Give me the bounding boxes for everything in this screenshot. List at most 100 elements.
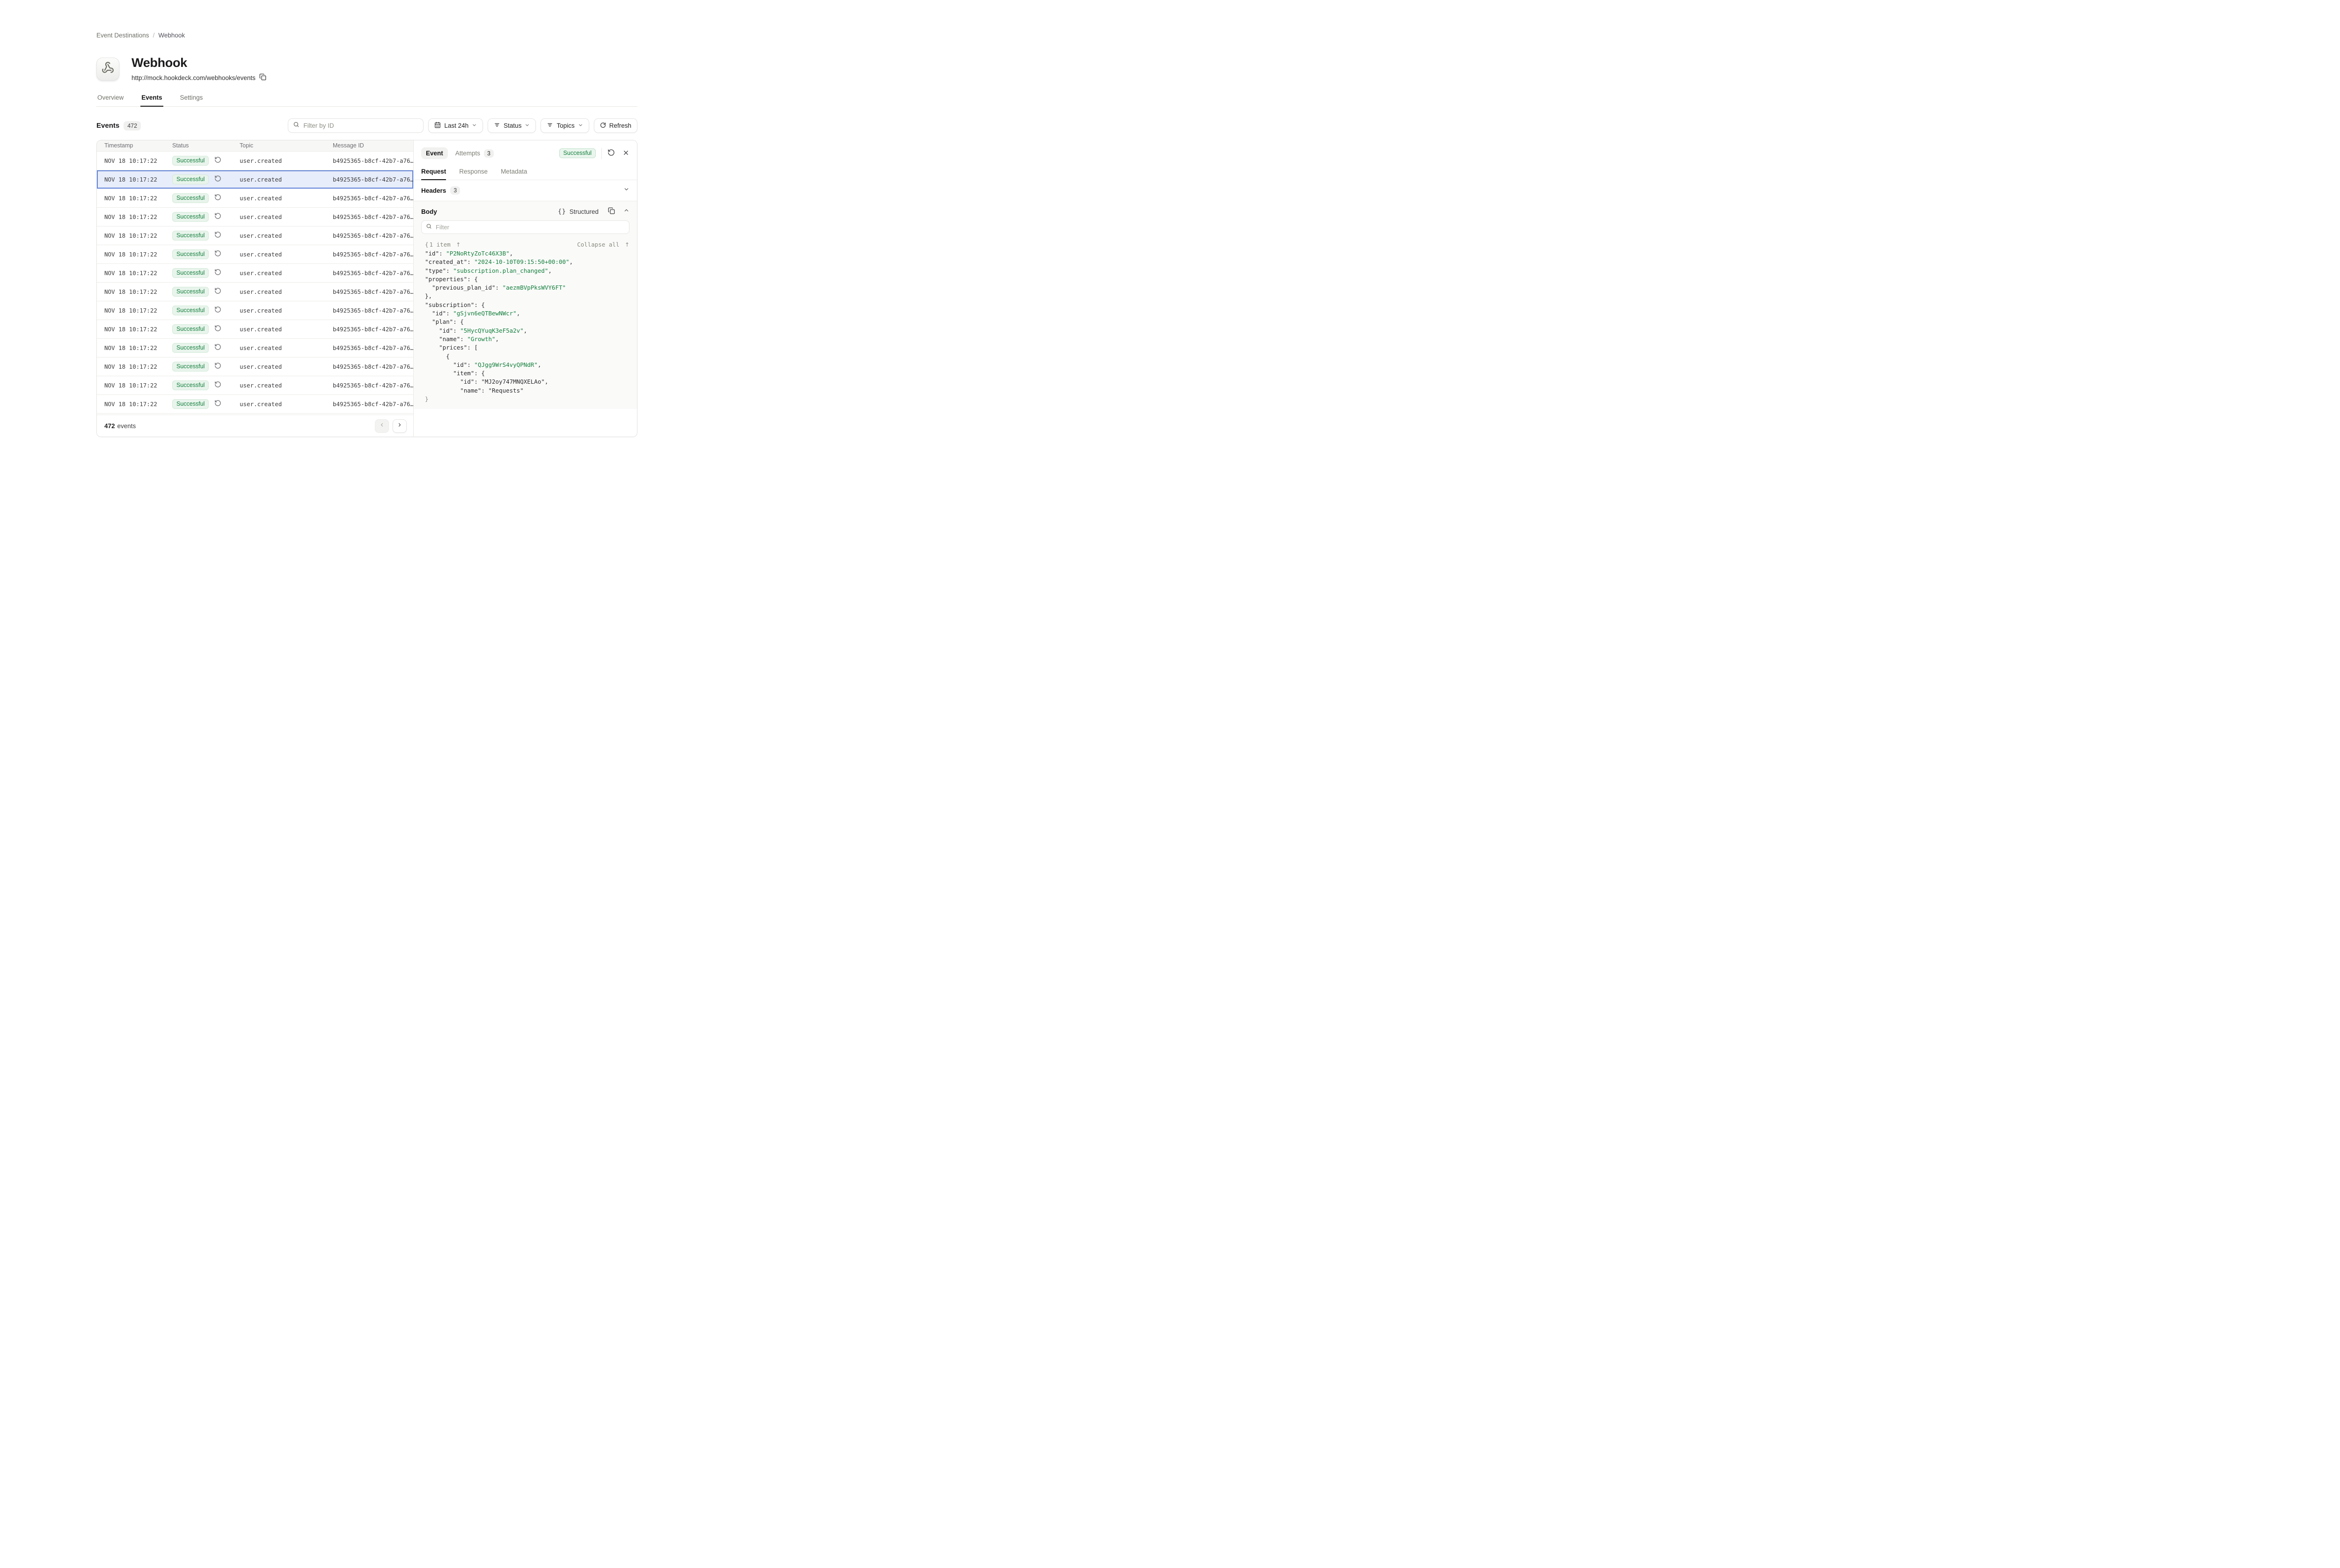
- json-key-text: "name":: [425, 335, 467, 343]
- retry-event-button[interactable]: [214, 250, 221, 258]
- retry-event-button[interactable]: [214, 343, 221, 352]
- chevron-up-icon[interactable]: [623, 207, 629, 216]
- page-tab[interactable]: Overview: [96, 94, 124, 106]
- retry-event-button[interactable]: [214, 325, 221, 333]
- detail-sub-tab[interactable]: Request: [421, 168, 446, 180]
- table-row[interactable]: NOV 18 10:17:22 Successful user.created: [97, 226, 413, 245]
- json-line: "subscription": {: [425, 301, 629, 309]
- row-status-cell: Successful: [172, 268, 240, 278]
- retry-icon: [214, 287, 221, 296]
- detail-sub-tab-label: Response: [459, 168, 488, 175]
- row-message-id: b4925365-b8cf-42b7-a76…: [333, 251, 413, 258]
- table-row[interactable]: NOV 18 10:17:22 Successful user.created: [97, 208, 413, 226]
- column-header-timestamp: Timestamp: [104, 142, 172, 149]
- detail-sub-tab[interactable]: Response: [459, 168, 488, 180]
- calendar-icon: [434, 122, 441, 130]
- filter-by-id-search[interactable]: [288, 118, 424, 133]
- time-range-button[interactable]: Last 24h: [428, 118, 483, 133]
- row-status-cell: Successful: [172, 380, 240, 390]
- topics-filter-button[interactable]: Topics: [541, 118, 589, 133]
- retry-event-button[interactable]: [214, 362, 221, 371]
- copy-body-button[interactable]: [608, 207, 615, 216]
- footer-event-label: events: [117, 423, 136, 430]
- table-row[interactable]: NOV 18 10:17:22 Successful user.created: [97, 283, 413, 301]
- table-row[interactable]: NOV 18 10:17:22 Successful user.created: [97, 357, 413, 376]
- table-row[interactable]: NOV 18 10:17:22 Successful user.created: [97, 245, 413, 264]
- search-icon: [426, 223, 432, 232]
- detail-sub-tab[interactable]: Metadata: [501, 168, 527, 180]
- status-badge: Successful: [172, 193, 209, 203]
- copy-url-button[interactable]: [259, 73, 266, 82]
- row-topic: user.created: [240, 251, 333, 258]
- headers-section-toggle[interactable]: Headers 3: [414, 180, 637, 201]
- table-row[interactable]: NOV 18 10:17:22 Successful user.created: [97, 376, 413, 395]
- retry-event-button[interactable]: [214, 287, 221, 296]
- retry-icon: [214, 175, 221, 183]
- status-filter-button[interactable]: Status: [488, 118, 536, 133]
- row-topic: user.created: [240, 401, 333, 408]
- table-row[interactable]: NOV 18 10:17:22 Successful user.created: [97, 301, 413, 320]
- table-row[interactable]: NOV 18 10:17:22 Successful user.created: [97, 339, 413, 357]
- status-badge: Successful: [172, 380, 209, 390]
- json-body-viewer[interactable]: "id": "P2NoRtyZoTc46X3B","created_at": "…: [425, 249, 629, 403]
- previous-page-button[interactable]: [375, 419, 389, 433]
- table-row[interactable]: NOV 18 10:17:22 Successful user.created: [97, 264, 413, 283]
- table-row[interactable]: NOV 18 10:17:22 Successful user.created: [97, 320, 413, 339]
- json-item-count[interactable]: {1 item ↑: [425, 241, 461, 248]
- tab-event[interactable]: Event: [421, 147, 448, 159]
- status-badge: Successful: [172, 362, 209, 372]
- retry-icon: [214, 343, 221, 352]
- refresh-button[interactable]: Refresh: [594, 118, 637, 133]
- retry-event-button[interactable]: [214, 231, 221, 240]
- row-message-id: b4925365-b8cf-42b7-a76…: [333, 195, 413, 202]
- tab-attempts[interactable]: Attempts 3: [455, 149, 494, 158]
- row-message-id: b4925365-b8cf-42b7-a76…: [333, 382, 413, 389]
- close-panel-button[interactable]: [622, 149, 629, 158]
- retry-event-button[interactable]: [214, 381, 221, 389]
- body-filter-input[interactable]: [436, 224, 625, 231]
- json-line: "created_at": "2024-10-10T09:15:50+00:00…: [425, 258, 629, 266]
- retry-event-button[interactable]: [607, 149, 615, 158]
- structured-view-toggle[interactable]: {} Structured: [558, 208, 599, 215]
- row-timestamp: NOV 18 10:17:22: [104, 176, 172, 183]
- retry-event-button[interactable]: [214, 212, 221, 221]
- next-page-button[interactable]: [393, 419, 407, 433]
- page-tab[interactable]: Settings: [179, 94, 204, 106]
- json-value-text: "gSjvn6eQTBewNWcr": [453, 310, 516, 317]
- table-row[interactable]: NOV 18 10:17:22 Successful user.created: [97, 189, 413, 208]
- filter-lines-icon: [547, 122, 553, 130]
- retry-event-button[interactable]: [214, 156, 221, 165]
- body-filter-search[interactable]: [421, 220, 629, 234]
- retry-event-button[interactable]: [214, 400, 221, 408]
- json-line: "item": {: [425, 369, 629, 378]
- status-badge: Successful: [172, 287, 209, 297]
- row-status-cell: Successful: [172, 399, 240, 409]
- chevron-down-icon[interactable]: [623, 186, 629, 195]
- copy-icon: [608, 207, 615, 216]
- retry-icon: [214, 325, 221, 333]
- retry-icon: [214, 306, 221, 314]
- row-topic: user.created: [240, 363, 333, 370]
- retry-event-button[interactable]: [214, 269, 221, 277]
- table-row[interactable]: NOV 18 10:17:22 Successful user.created: [97, 395, 413, 414]
- table-row[interactable]: NOV 18 10:17:22 Successful user.created: [97, 170, 413, 189]
- json-line: "name": "Growth",: [425, 335, 629, 343]
- row-topic: user.created: [240, 213, 333, 220]
- refresh-label: Refresh: [609, 122, 631, 129]
- json-value-text: "aezmBVpPksWVY6FT": [503, 284, 566, 291]
- table-row[interactable]: NOV 18 10:17:22 Successful user.created: [97, 152, 413, 170]
- retry-event-button[interactable]: [214, 175, 221, 183]
- row-status-cell: Successful: [172, 193, 240, 203]
- webhook-icon-card: [96, 58, 119, 80]
- retry-event-button[interactable]: [214, 306, 221, 314]
- page-content: Event Destinations / Webhook Webhook htt…: [96, 0, 637, 437]
- page-tab[interactable]: Events: [140, 94, 163, 106]
- breadcrumb-event-destinations[interactable]: Event Destinations: [96, 32, 149, 39]
- json-key-text: {: [425, 353, 450, 360]
- table-header-row: Timestamp Status Topic Message ID: [97, 140, 413, 152]
- json-key-text: "id":: [425, 327, 460, 334]
- collapse-all-button[interactable]: Collapse all ↑: [577, 241, 629, 248]
- retry-event-button[interactable]: [214, 194, 221, 202]
- search-input[interactable]: [303, 122, 418, 129]
- retry-icon: [214, 269, 221, 277]
